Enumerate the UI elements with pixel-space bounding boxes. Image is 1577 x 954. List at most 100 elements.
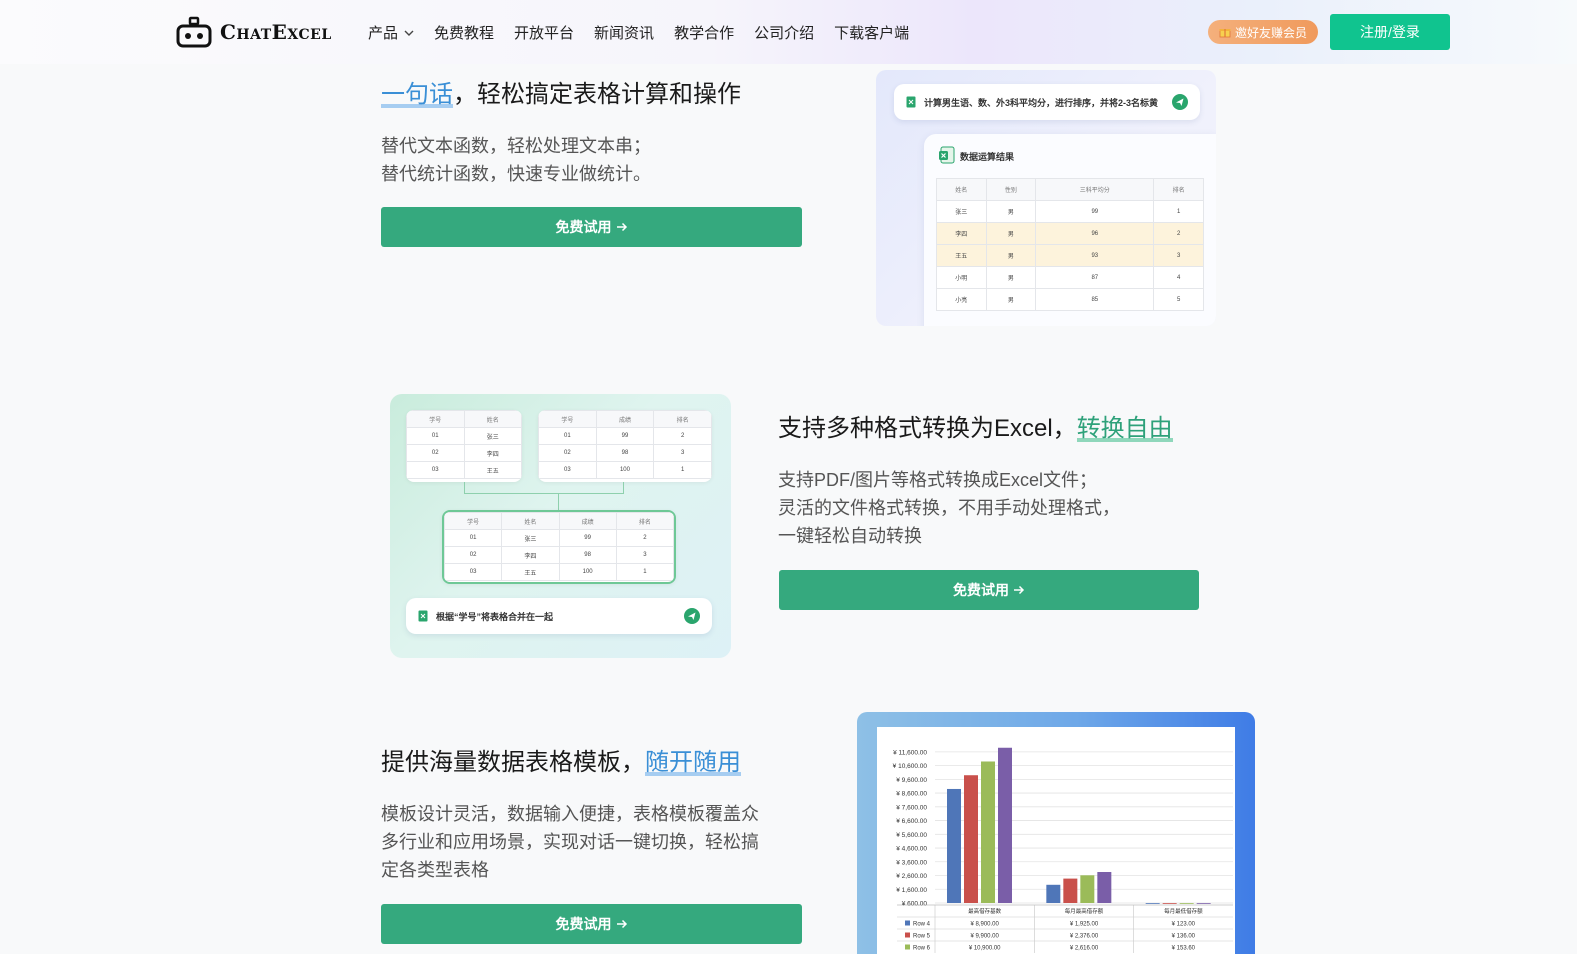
table-cell: 02: [444, 546, 503, 564]
merge-prompt-text: 根据“学号”将表格合并在一起: [436, 611, 554, 622]
result-title: 数据运算结果: [960, 152, 1015, 162]
table-cell: 100: [595, 461, 655, 479]
invite-friends-button[interactable]: 邀好友赚会员: [1208, 20, 1318, 44]
table-row: 小亮 男 85 5: [936, 288, 1204, 311]
table-cell: 87: [1035, 266, 1155, 289]
data-table-cell: ¥ 1,925.00: [1070, 922, 1099, 928]
gift-icon: [1219, 29, 1231, 38]
section2-title-rest: 支持多种格式转换为Excel，: [778, 415, 1077, 442]
chart-bar: [1046, 884, 1061, 903]
data-table-cell: ¥ 2,616.00: [1070, 946, 1099, 952]
nav-open-platform[interactable]: 开放平台: [514, 22, 574, 43]
nav-education[interactable]: 教学合作: [674, 22, 734, 43]
y-tick-label: ¥ 5,600.00: [896, 832, 927, 839]
table-cell: 男: [985, 266, 1037, 289]
x-category-label: 每月最低借存额: [1164, 907, 1203, 915]
section2-title-highlight: 转换自由: [1076, 415, 1173, 442]
section3-try-free-button[interactable]: 免费试用: [381, 904, 802, 944]
table-cell: 李四: [463, 444, 522, 462]
section2-description: 支持PDF/图片等格式转换成Excel文件； 灵活的文件格式转换，不用手动处理格…: [778, 466, 1120, 550]
chart-bar: [1145, 903, 1160, 904]
legend-label: Row 4: [913, 922, 931, 928]
table-header: 学号: [444, 512, 503, 530]
legend-swatch: [905, 944, 910, 950]
table-cell: 85: [1035, 288, 1155, 311]
arrow-right-icon: [616, 222, 627, 232]
table-cell: 张三: [936, 200, 987, 223]
table-row: 张三 男 99 1: [936, 200, 1204, 223]
prompt-text: 计算男生语、数、外3科平均分，进行排序，并将2-3名标黄: [924, 97, 1159, 108]
left-source-table: 学号 姓名 01 张三 02 李四 03 王五: [406, 410, 522, 482]
table-cell: 张三: [501, 529, 560, 547]
table-cell: 01: [406, 427, 465, 445]
login-register-button[interactable]: 注册/登录: [1330, 14, 1450, 50]
section1-try-free-button[interactable]: 免费试用: [381, 207, 802, 247]
table-cell: 1: [615, 563, 674, 581]
table-cell: 3: [653, 444, 712, 462]
table-cell: 02: [538, 444, 597, 462]
table-cell: 99: [1035, 200, 1155, 223]
merge-prompt-bar: 根据“学号”将表格合并在一起: [406, 598, 712, 634]
table-cell: 男: [985, 200, 1037, 223]
try-free-label: 免费试用: [555, 219, 612, 235]
chart-bar: [998, 747, 1012, 903]
table-header: 排名: [1153, 178, 1204, 201]
data-table-cell: ¥ 9,900.00: [970, 934, 999, 940]
x-category-label: 每月最高借存额: [1065, 907, 1104, 915]
table-header: 学号: [406, 410, 465, 428]
merge-demo-illustration: 学号 姓名 01 张三 02 李四 03 王五 学号 成绩 排名 01 99 2 02 98 3 0…: [390, 394, 731, 658]
merge-connector: [464, 482, 624, 494]
section2-desc-line: 一键轻松自动转换: [778, 526, 922, 546]
section1-desc-line: 替代文本函数，轻松处理文本串；: [381, 136, 651, 156]
section1-description: 替代文本函数，轻松处理文本串； 替代统计函数，快速专业做统计。: [381, 132, 651, 188]
section2-try-free-button[interactable]: 免费试用: [779, 570, 1199, 610]
right-source-table: 学号 成绩 排名 01 99 2 02 98 3 03 100 1: [538, 410, 712, 482]
nav-download[interactable]: 下载客户端: [834, 22, 909, 43]
send-icon: [684, 608, 700, 624]
section2-desc-line: 灵活的文件格式转换，不用手动处理格式，: [778, 498, 1120, 518]
chart-bar: [1063, 878, 1078, 903]
nav-tutorials[interactable]: 免费教程: [434, 22, 494, 43]
section3-title-rest: 提供海量数据表格模板，: [381, 749, 645, 776]
table-cell: 王五: [501, 563, 560, 581]
table-cell: 99: [558, 529, 617, 547]
table-cell: 1: [1153, 200, 1204, 223]
section1-title: 一句话，轻松搞定表格计算和操作: [381, 74, 741, 109]
table-cell: 93: [1035, 244, 1155, 267]
section3-description: 模板设计灵活，数据输入便捷，表格模板覆盖众 多行业和应用场景，实现对话一键切换，…: [381, 800, 759, 884]
y-tick-label: ¥ 6,600.00: [896, 818, 927, 825]
invite-label: 邀好友赚会员: [1234, 25, 1307, 40]
table-cell: 2: [1153, 222, 1204, 245]
result-table: 姓名 性别 三科平均分 排名 张三 男 99 1 李四 男 96 2 王五 男 …: [936, 178, 1204, 311]
y-tick-label: ¥ 8,600.00: [896, 791, 927, 798]
table-row-highlighted: 李四 男 96 2: [936, 222, 1204, 245]
chart-bar: [1196, 903, 1211, 904]
table-cell: 98: [595, 444, 655, 462]
chart-bar: [1097, 872, 1112, 903]
table-header: 姓名: [936, 178, 987, 201]
template-chart-illustration: ¥ 11,600.00 ¥ 10,600.00 ¥ 9,600.00 ¥ 8,600.…: [857, 712, 1255, 954]
data-table-cell: ¥ 123.00: [1172, 922, 1196, 928]
table-header: 排名: [615, 512, 674, 530]
table-header: 成绩: [558, 512, 617, 530]
table-cell: 3: [615, 546, 674, 564]
table-header: 三科平均分: [1035, 178, 1155, 201]
nav-products[interactable]: 产品: [368, 22, 414, 43]
nav-company[interactable]: 公司介绍: [754, 22, 814, 43]
table-cell: 03: [444, 563, 503, 581]
section1-desc-line: 替代统计函数，快速专业做统计。: [381, 164, 651, 184]
chart-bar: [1080, 875, 1095, 903]
chart-bar: [964, 775, 978, 903]
section3-desc-line: 定各类型表格: [381, 860, 489, 880]
table-cell: 张三: [463, 427, 522, 445]
logo[interactable]: ChatExcel: [176, 16, 332, 48]
section3-desc-line: 多行业和应用场景，实现对话一键切换，轻松搞: [381, 832, 759, 852]
table-cell: 男: [985, 222, 1037, 245]
merge-connector: [558, 494, 559, 510]
y-tick-label: ¥ 1,600.00: [896, 887, 927, 894]
nav-news[interactable]: 新闻资讯: [594, 22, 654, 43]
table-cell: 03: [406, 461, 465, 479]
section1-title-highlight: 一句话: [381, 81, 453, 108]
calc-demo-illustration: 计算男生语、数、外3科平均分，进行排序，并将2-3名标黄 数据运算结果 姓名 性…: [876, 70, 1216, 326]
table-cell: 01: [444, 529, 503, 547]
